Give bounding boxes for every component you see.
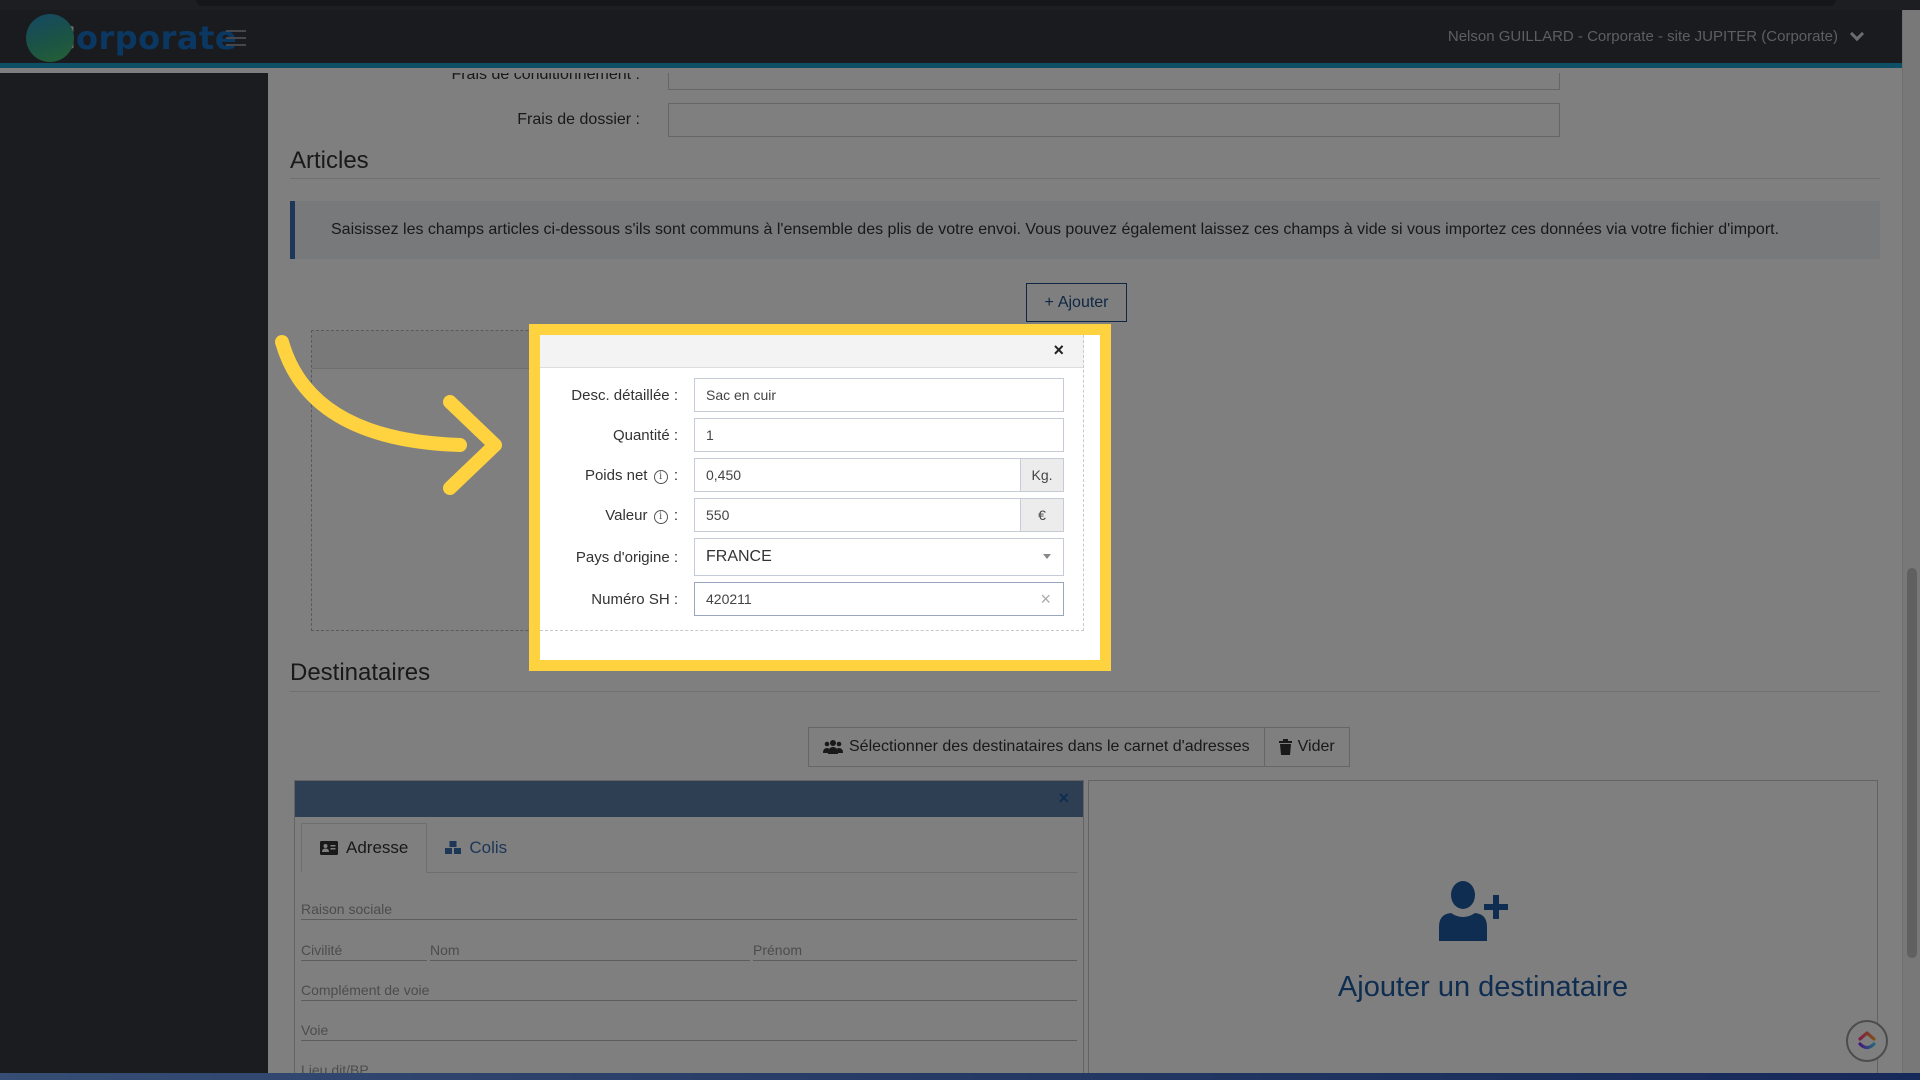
complement-voie-input[interactable]: Complément de voie — [301, 982, 1077, 1001]
prenom-input[interactable]: Prénom — [753, 942, 1077, 961]
pays-value: FRANCE — [706, 548, 772, 565]
chevron-down-icon — [1849, 26, 1865, 41]
destinataires-button-group: Sélectionner des destinataires dans le c… — [808, 727, 1350, 767]
articles-info-text: Saisissez les champs articles ci-dessous… — [331, 221, 1780, 238]
clickup-widget-button[interactable] — [1846, 1020, 1888, 1062]
form-row-frais-dossier: Frais de dossier : — [268, 103, 1560, 137]
sh-row: Numéro SH : 420211 × — [540, 582, 1084, 616]
plus-icon: + — [1044, 293, 1054, 311]
footer-bar — [0, 1073, 1920, 1080]
field-label: Frais de conditionnement : — [451, 73, 640, 83]
valeur-input[interactable]: 550 — [694, 498, 1021, 532]
pays-label: Pays d'origine : — [575, 548, 678, 566]
poids-value: 0,450 — [706, 467, 742, 483]
pays-origine-select[interactable]: FRANCE — [694, 538, 1064, 576]
valeur-value: 550 — [706, 507, 730, 523]
form-row-frais-conditionnement: Frais de conditionnement : — [268, 73, 1560, 90]
voie-input[interactable]: Voie — [301, 1022, 1077, 1041]
info-icon[interactable]: i — [653, 509, 668, 524]
address-card-icon — [320, 841, 338, 855]
page-scrollbar[interactable] — [1902, 10, 1920, 1073]
poids-label-text: Poids net — [584, 466, 648, 484]
clickup-logo-icon — [1858, 1031, 1876, 1050]
colon: : — [673, 466, 678, 484]
articles-title: Articles — [290, 147, 369, 174]
recipient-tabs: Adresse Colis — [301, 823, 1077, 873]
clear-icon[interactable]: × — [1040, 589, 1051, 610]
recipient-card-header: × — [295, 781, 1083, 817]
user-menu[interactable]: Nelson GUILLARD - Corporate - site JUPIT… — [1447, 26, 1865, 45]
quantite-row: Quantité : 1 — [540, 418, 1084, 452]
sh-value: 420211 — [706, 591, 752, 607]
browser-url-bar[interactable] — [196, 0, 1836, 6]
valeur-label-text: Valeur — [605, 506, 648, 524]
top-navbar: Corporate Nelson GUILLARD - Corporate - … — [0, 10, 1902, 68]
users-icon — [823, 740, 843, 754]
divider — [290, 691, 1880, 692]
recipient-card: × Adresse Colis Raison sociale Civilité … — [294, 780, 1084, 1073]
clear-recipients-label: Vider — [1297, 738, 1335, 755]
caret-down-icon — [1043, 554, 1051, 559]
desc-value: Sac en cuir — [706, 387, 777, 403]
pays-row: Pays d'origine : FRANCE — [540, 538, 1084, 576]
user-plus-icon — [1439, 881, 1508, 941]
user-menu-label: Nelson GUILLARD - Corporate - site JUPIT… — [1447, 28, 1838, 45]
poids-label: Poids net i : — [540, 467, 694, 484]
valeur-row: Valeur i : 550 € — [540, 498, 1084, 532]
desc-row: Desc. détaillée : Sac en cuir — [540, 378, 1084, 412]
quantite-input[interactable]: 1 — [694, 418, 1064, 452]
numero-sh-input[interactable]: 420211 × — [694, 582, 1064, 616]
tab-adresse[interactable]: Adresse — [301, 823, 428, 873]
trash-icon — [1278, 739, 1292, 755]
frais-dossier-input[interactable] — [668, 103, 1560, 137]
frais-conditionnement-input[interactable] — [668, 73, 1560, 90]
add-recipient-label: Ajouter un destinataire — [1337, 971, 1629, 1003]
add-article-button[interactable]: + Ajouter — [1026, 283, 1127, 322]
quantite-value: 1 — [706, 427, 714, 443]
browser-chrome — [0, 0, 1920, 10]
nom-input[interactable]: Nom — [430, 942, 750, 961]
close-icon[interactable]: × — [1053, 340, 1064, 361]
article-form-header: × — [540, 335, 1084, 368]
sh-label: Numéro SH : — [591, 590, 678, 608]
destinataires-title: Destinataires — [290, 659, 431, 686]
app-logo[interactable]: Corporate — [26, 13, 237, 63]
tab-colis[interactable]: Colis — [427, 823, 525, 872]
info-icon[interactable]: i — [653, 469, 668, 484]
poids-input[interactable]: 0,450 — [694, 458, 1021, 492]
select-from-addressbook-button[interactable]: Sélectionner des destinataires dans le c… — [809, 728, 1264, 766]
poids-row: Poids net i : 0,450 Kg. — [540, 458, 1084, 492]
logo-word: orporate — [75, 19, 238, 57]
tab-adresse-label: Adresse — [346, 838, 409, 857]
add-article-label: Ajouter — [1057, 293, 1109, 311]
hamburger-menu-icon[interactable] — [226, 30, 246, 46]
article-form-panel: × Desc. détaillée : Sac en cuir Quantité… — [540, 335, 1100, 660]
raison-sociale-input[interactable]: Raison sociale — [301, 901, 1077, 920]
add-recipient-card[interactable]: Ajouter un destinataire — [1088, 780, 1878, 1073]
valeur-label: Valeur i : — [540, 507, 694, 524]
articles-info-box: Saisissez les champs articles ci-dessous… — [290, 201, 1880, 259]
select-from-addressbook-label: Sélectionner des destinataires dans le c… — [849, 738, 1250, 755]
logo-circle-icon — [26, 14, 74, 62]
clear-recipients-button[interactable]: Vider — [1263, 728, 1349, 766]
kg-unit-addon: Kg. — [1021, 458, 1064, 492]
scrollbar-thumb[interactable] — [1907, 568, 1917, 958]
cubes-icon — [445, 840, 462, 854]
sidebar — [0, 73, 268, 1073]
civilite-select[interactable]: Civilité — [301, 942, 427, 961]
euro-unit-addon: € — [1021, 498, 1064, 532]
desc-label: Desc. détaillée : — [571, 386, 678, 404]
logo-text: Corporate — [52, 19, 237, 57]
highlight-frame: × Desc. détaillée : Sac en cuir Quantité… — [529, 324, 1111, 671]
tab-colis-label: Colis — [469, 837, 508, 857]
close-icon[interactable]: × — [1058, 788, 1069, 809]
lieu-dit-input[interactable]: Lieu dit/BP — [301, 1062, 1077, 1073]
colon: : — [673, 506, 678, 524]
quantite-label: Quantité : — [612, 426, 678, 444]
field-label: Frais de dossier : — [517, 111, 640, 128]
divider — [290, 178, 1880, 179]
desc-input[interactable]: Sac en cuir — [694, 378, 1064, 412]
